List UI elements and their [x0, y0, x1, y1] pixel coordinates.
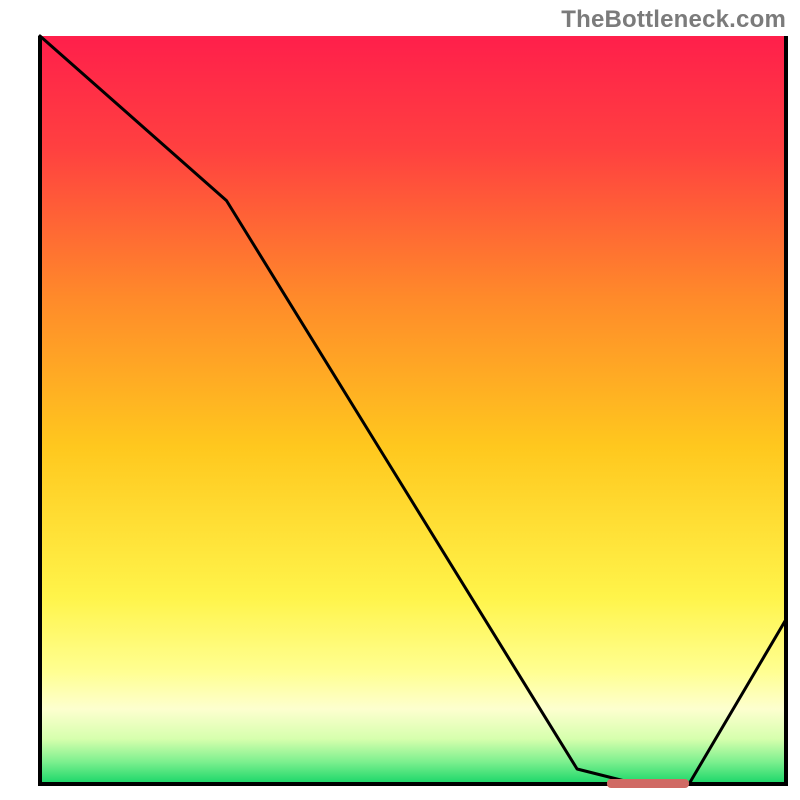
optimal-range-marker — [607, 779, 689, 788]
bottleneck-chart — [0, 0, 800, 800]
chart-background — [40, 36, 786, 784]
